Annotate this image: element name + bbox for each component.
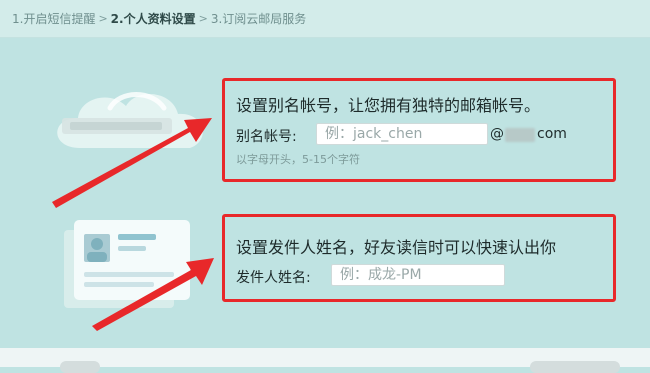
alias-label: 别名帐号: bbox=[236, 129, 297, 145]
step-3: 3.订阅云邮局服务 bbox=[210, 12, 307, 26]
step-2-active: 2.个人资料设置 bbox=[110, 12, 196, 26]
sender-label: 发件人姓名: bbox=[236, 270, 311, 286]
at-symbol: @ bbox=[490, 126, 504, 142]
alias-headline: 设置别名帐号，让您拥有独特的邮箱帐号。 bbox=[236, 96, 541, 115]
next-button[interactable] bbox=[530, 361, 620, 373]
id-card-icon bbox=[64, 220, 190, 308]
sender-section-highlight bbox=[222, 214, 616, 302]
alias-hint: 以字母开头，5-15个字符 bbox=[236, 153, 360, 166]
sender-headline: 设置发件人姓名，好友读信时可以快速认出你 bbox=[236, 238, 557, 257]
domain-redacted bbox=[505, 128, 535, 142]
step-breadcrumb: 1.开启短信提醒 > 2.个人资料设置 > 3.订阅云邮局服务 bbox=[0, 0, 650, 38]
step-1: 1.开启短信提醒 bbox=[12, 12, 96, 26]
back-button[interactable] bbox=[60, 361, 100, 373]
cloud-icon bbox=[57, 92, 203, 148]
sender-name-input[interactable]: 例：成龙-PM bbox=[331, 264, 505, 286]
step-separator: > bbox=[98, 12, 108, 25]
alias-input[interactable]: 例：jack_chen bbox=[316, 123, 488, 145]
domain-suffix: com bbox=[537, 126, 567, 142]
step-separator: > bbox=[198, 12, 208, 25]
